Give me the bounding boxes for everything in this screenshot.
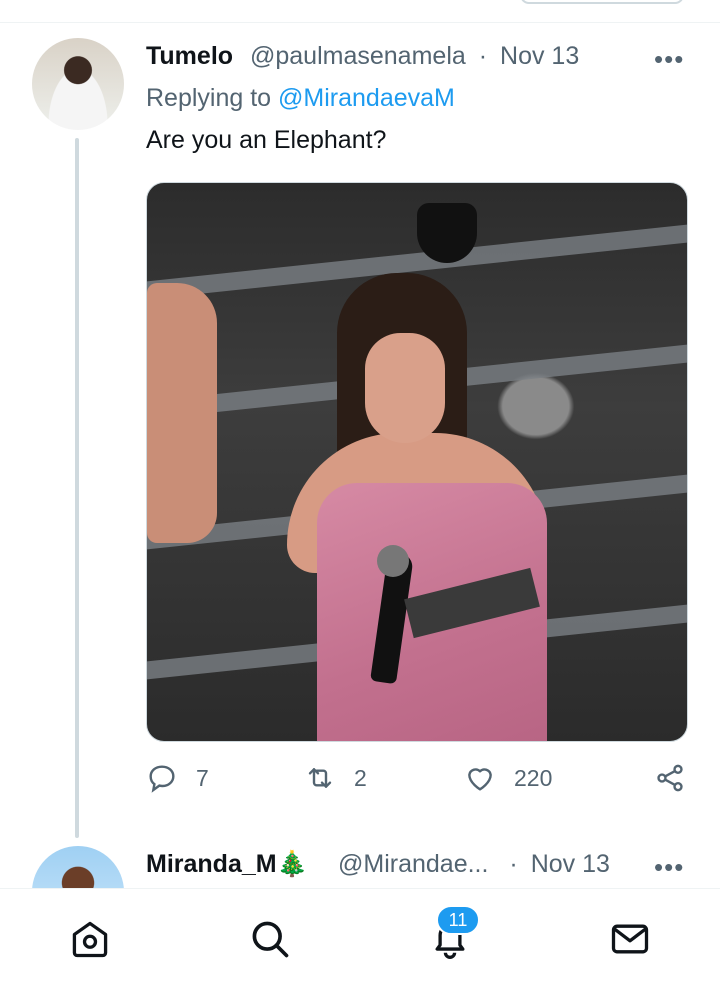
notification-badge: 11 (436, 905, 480, 935)
nav-home[interactable] (68, 917, 112, 961)
handle[interactable]: @Mirandae... (338, 850, 488, 878)
home-icon (72, 921, 108, 958)
retweet-icon (308, 768, 332, 788)
tweet-date[interactable]: Nov 13 (500, 42, 579, 70)
like-button[interactable]: 220 (464, 762, 552, 794)
more-icon[interactable]: ••• (654, 44, 684, 75)
tweet-meta: @Mirandae... · Nov 13 (338, 850, 610, 879)
messages-icon (611, 924, 649, 954)
face (365, 333, 445, 443)
tweet-date[interactable]: Nov 13 (531, 850, 610, 878)
avatar[interactable] (32, 38, 124, 130)
reply-icon (149, 765, 175, 793)
more-icon[interactable]: ••• (654, 852, 684, 883)
tweet-meta: @paulmasenamela · Nov 13 (250, 42, 579, 71)
background-person (147, 283, 217, 543)
handle[interactable]: @paulmasenamela (250, 42, 466, 70)
replying-to: Replying to @MirandaevaM (146, 84, 455, 113)
microphone-head (377, 545, 409, 577)
background-mask (417, 203, 477, 263)
christmas-tree-emoji: 🎄 (276, 850, 308, 878)
replying-prefix: Replying to (146, 84, 272, 112)
tweet-actions: 7 2 220 (146, 762, 686, 806)
meta-separator: · (478, 42, 488, 70)
retweet-button[interactable]: 2 (304, 762, 367, 794)
search-icon (252, 921, 289, 958)
top-strip (0, 0, 720, 23)
replying-to-link[interactable]: @MirandaevaM (278, 84, 455, 112)
meta-separator: · (509, 850, 518, 878)
reply-button[interactable]: 7 (146, 762, 209, 794)
tweet-media[interactable] (146, 182, 688, 742)
like-count: 220 (514, 764, 553, 791)
tweet-text: Are you an Elephant? (146, 126, 387, 154)
display-name-text: Miranda_M (146, 850, 277, 878)
retweet-count: 2 (354, 764, 367, 791)
reply-count: 7 (196, 764, 209, 791)
top-pill (520, 0, 684, 4)
nav-search[interactable] (248, 917, 292, 961)
bottom-nav: 11 (0, 888, 720, 991)
thread-line (75, 138, 79, 838)
nav-messages[interactable] (608, 917, 652, 961)
share-icon (657, 764, 683, 792)
display-name[interactable]: Miranda_M🎄 (146, 850, 308, 879)
like-icon (468, 768, 492, 791)
share-button[interactable] (654, 762, 686, 794)
display-name[interactable]: Tumelo (146, 42, 233, 71)
